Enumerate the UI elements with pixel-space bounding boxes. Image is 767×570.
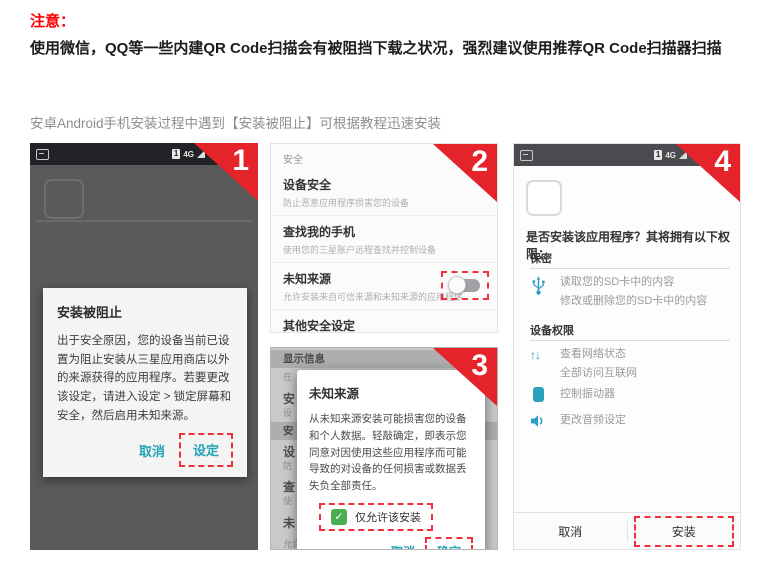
install-blocked-dialog: 安装被阻止 出于安全原因，您的设备当前已设置为阻止安装从三星应用商店以外的来源获…: [43, 288, 247, 477]
install-button[interactable]: 安装: [672, 525, 696, 539]
permission-line: 查看网络状态: [560, 345, 637, 364]
phone-screenshot-4: 1 4G 7 是否安装该应用程序？其将拥有以下权限： 保密 读取您的SD卡中的内…: [513, 143, 741, 550]
dim-subtitle: 防: [283, 459, 292, 472]
list-item-unknown-sources[interactable]: 未知来源 允许安装来自可信来源和未知来源的应用程序: [271, 262, 497, 309]
list-item-other-security[interactable]: 其他安全设定 更改安全更新和证书存储等其他安全设定: [271, 309, 497, 333]
warning-text: 使用微信，QQ等一些内建QR Code扫描会有被阻挡下载之状况，强烈建议使用推荐…: [30, 36, 742, 62]
install-question-title: 是否安装该应用程序？其将拥有以下权限：: [526, 228, 734, 262]
dim-item-title: 未: [283, 514, 295, 531]
dim-item-title: 安: [283, 390, 295, 407]
highlight-box: ✓ 仅允许该安装: [319, 503, 433, 531]
checkbox-checked-icon[interactable]: ✓: [331, 509, 347, 525]
notice-heading: 注意：: [30, 10, 75, 31]
dim-subtitle: 设: [283, 406, 292, 419]
item-title: 查找我的手机: [283, 223, 485, 240]
highlight-box: 安装: [634, 516, 734, 547]
settings-button[interactable]: 设定: [193, 443, 219, 458]
divider: [36, 220, 252, 222]
dim-item-title: 设: [283, 443, 295, 460]
sim-badge: 1: [654, 150, 662, 160]
step-badge-1: 1: [232, 144, 249, 178]
network-type: 4G: [183, 150, 194, 159]
permission-line: 控制振动器: [560, 385, 615, 404]
permission-line: 读取您的SD卡中的内容: [560, 273, 707, 292]
cancel-button[interactable]: 取消: [514, 523, 627, 540]
dialog-body: 从未知来源安装可能损害您的设备和个人数据。轻敲确定，即表示您同意对因使用这些应用…: [309, 411, 473, 495]
permission-row-audio: 更改音频设定: [560, 411, 626, 430]
step-badge-4: 4: [714, 145, 731, 179]
tutorial-subtitle: 安卓Android手机安装过程中遇到【安装被阻止】可根据教程迅速安装: [30, 112, 441, 132]
cancel-button[interactable]: 取消: [391, 543, 415, 550]
permission-row-vibration: 控制振动器: [560, 385, 615, 404]
step-badge-3: 3: [471, 349, 488, 383]
phone-screenshot-1: 1 4G 7 安装被阻止 出于安全原因，您的设备当前已设置为阻止安装从三星应用商…: [30, 143, 258, 550]
highlight-box: 确定: [425, 537, 473, 550]
ok-button[interactable]: 确定: [437, 545, 461, 550]
permission-row-sd-card: 读取您的SD卡中的内容 修改或删除您的SD卡中的内容: [560, 273, 707, 311]
divider: [530, 340, 730, 341]
vibration-icon: [533, 387, 544, 402]
unknown-sources-toggle[interactable]: [450, 278, 480, 293]
usb-icon: [532, 276, 545, 296]
phone-screenshot-3: 显示信息 在 安 设 安 设 防 查 使 未 允许安装来自可信来源和未知来源的应…: [270, 347, 498, 550]
permission-line: 修改或删除您的SD卡中的内容: [560, 292, 707, 311]
dim-subtitle: 使: [283, 494, 292, 507]
item-subtitle: 使用您的三星账户远程查找并控制设备: [283, 243, 485, 256]
notification-icon: [36, 149, 49, 160]
dialog-button-bar: 取消 安装: [514, 512, 740, 549]
sim-badge: 1: [172, 149, 180, 159]
dim-item-title: 查: [283, 478, 295, 495]
notification-icon: [520, 150, 533, 161]
section-label-device: 设备权限: [530, 322, 574, 338]
step-badge-2: 2: [471, 145, 488, 179]
checkbox-label: 仅允许该安装: [355, 509, 421, 525]
network-arrows-icon: ↑↓: [530, 348, 540, 362]
toggle-knob: [448, 276, 466, 294]
speaker-icon: [530, 414, 545, 428]
item-title: 其他安全设定: [283, 317, 485, 333]
section-label-privacy: 保密: [530, 250, 552, 266]
dim-subtitle: 在: [283, 370, 292, 383]
permission-line: 全部访问互联网: [560, 364, 637, 383]
permission-row-network: 查看网络状态 全部访问互联网: [560, 345, 637, 383]
highlight-box: 设定: [179, 433, 233, 467]
permission-line: 更改音频设定: [560, 411, 626, 430]
dialog-body: 出于安全原因，您的设备当前已设置为阻止安装从三星应用商店以外的来源获得的应用程序…: [57, 332, 233, 425]
highlight-box: [441, 271, 489, 300]
network-type: 4G: [665, 151, 676, 160]
list-item-find-my-phone[interactable]: 查找我的手机 使用您的三星账户远程查找并控制设备: [271, 215, 497, 262]
cancel-button[interactable]: 取消: [139, 441, 165, 460]
divider: [530, 268, 730, 269]
dialog-title: 安装被阻止: [57, 302, 233, 321]
app-icon-placeholder: [44, 179, 84, 219]
app-icon-placeholder: [526, 180, 562, 216]
phone-screenshot-2: 安全 设备安全 防止恶意应用程序损害您的设备 查找我的手机 使用您的三星账户远程…: [270, 143, 498, 333]
